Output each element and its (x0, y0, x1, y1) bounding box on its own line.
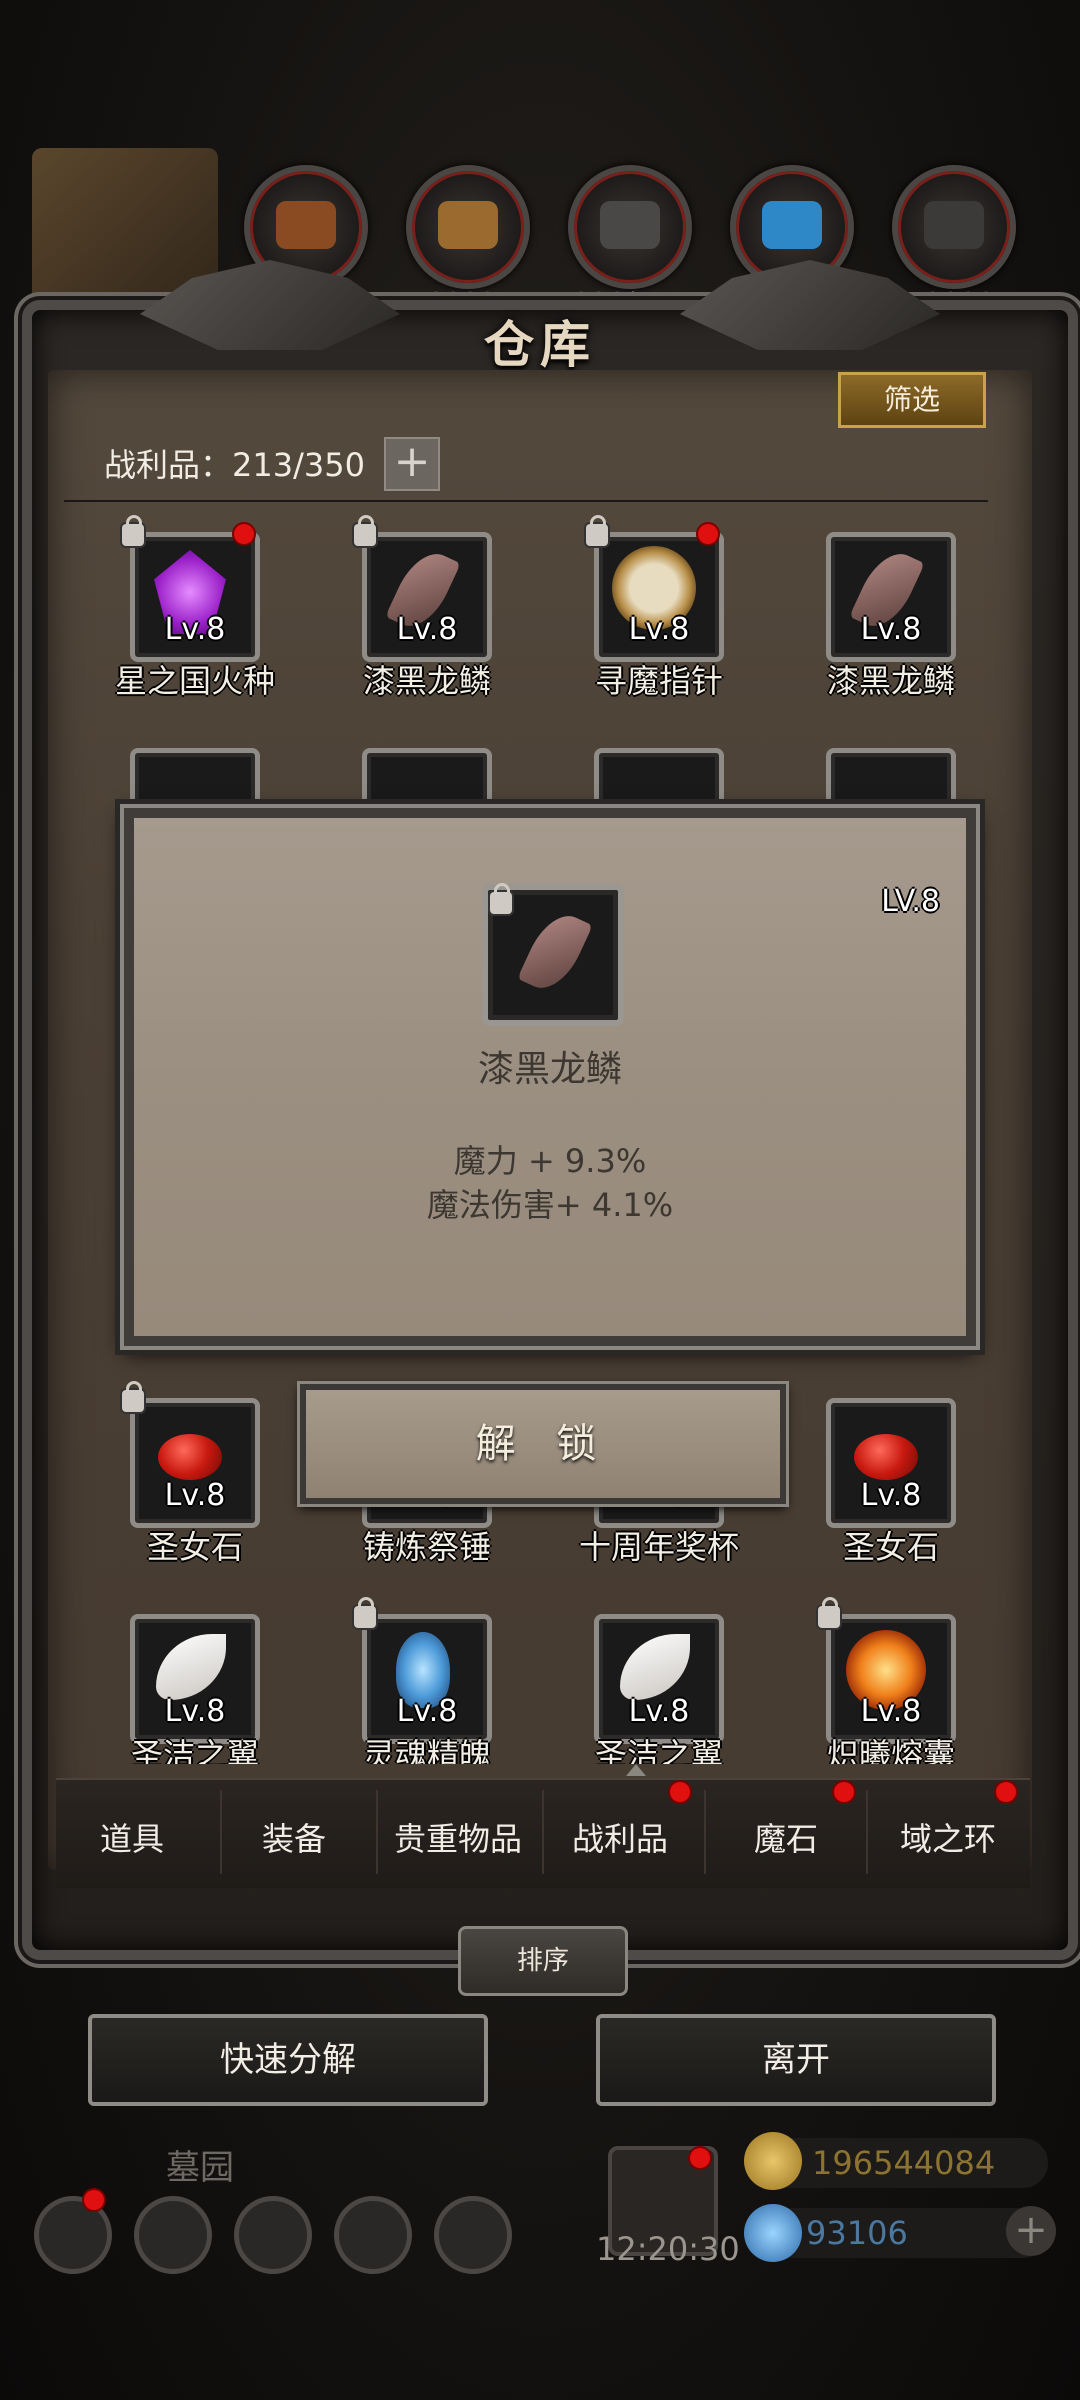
item-level: Lv.8 (628, 612, 690, 647)
wood-resource[interactable] (406, 165, 530, 289)
item-name: 圣洁之翼 (594, 1736, 723, 1764)
popup-stat: 魔法伤害+ 4.1% (426, 1186, 674, 1224)
item-name: 灵魂精魄 (362, 1736, 491, 1764)
item-level: Lv.8 (164, 1694, 226, 1729)
capacity-label: 战利品：213/350 (104, 446, 365, 484)
red-stone-icon (854, 1434, 918, 1480)
item-name: 漆黑龙鳞 (362, 662, 491, 700)
item-level: Lv.8 (628, 1694, 690, 1729)
iron-icon (600, 201, 660, 249)
lock-icon (354, 1597, 376, 1628)
unlock-button[interactable]: 解 锁 (300, 1384, 786, 1504)
inventory-item[interactable]: Lv.8 圣女石 (826, 1398, 956, 1566)
item-name: 圣女石 (146, 1528, 243, 1566)
item-level: Lv.8 (164, 1478, 226, 1513)
item-name: 圣洁之翼 (130, 1736, 259, 1764)
location-label: 墓园 (166, 2148, 234, 2188)
item-name: 漆黑龙鳞 (826, 662, 955, 700)
item-level: Lv.8 (860, 612, 922, 647)
new-badge (698, 524, 718, 544)
inventory-item[interactable]: Lv.8 圣洁之翼 (130, 1614, 260, 1764)
item-detail-popup: LV.8 漆黑龙鳞 魔力 + 9.3% 魔法伤害+ 4.1% (124, 808, 976, 1346)
tab-domain-ring[interactable]: 域之环 (868, 1814, 1028, 1860)
tab-magic-stone[interactable]: 魔石 (706, 1814, 866, 1860)
lock-icon (354, 515, 376, 546)
gift-timer: 12:20:30 (596, 2230, 740, 2268)
lock-icon (818, 1597, 840, 1628)
tab-badge (670, 1782, 690, 1802)
window-title: 仓库 (484, 316, 596, 374)
item-level: Lv.8 (164, 612, 226, 647)
item-name: 炽曦熔囊 (826, 1736, 955, 1764)
inventory-item[interactable]: Lv.8 寻魔指针 (586, 515, 724, 700)
item-name: 圣女石 (842, 1528, 939, 1566)
map-icon[interactable] (234, 2196, 312, 2274)
tab-items[interactable]: 道具 (52, 1814, 212, 1860)
item-level: Lv.8 (396, 1694, 458, 1729)
add-gems-button[interactable]: + (1006, 2206, 1056, 2256)
star-menu-icon[interactable] (134, 2196, 212, 2274)
gem-icon (744, 2204, 802, 2262)
notification-badge (84, 2190, 104, 2210)
popup-item-name: 漆黑龙鳞 (477, 1049, 622, 1090)
ore-resource[interactable] (892, 165, 1016, 289)
tab-indicator (626, 1764, 646, 1776)
lock-icon (122, 1381, 144, 1412)
inventory-item[interactable]: Lv.8 圣洁之翼 (594, 1614, 724, 1764)
lock-icon (586, 515, 608, 546)
leave-button[interactable]: 离开 (596, 2014, 996, 2106)
lock-icon (122, 515, 144, 546)
crystal-icon (762, 201, 822, 249)
tab-loot[interactable]: 战利品 (540, 1814, 700, 1860)
chat-icon[interactable] (434, 2196, 512, 2274)
gift-badge (690, 2148, 710, 2168)
tab-valuables[interactable]: 贵重物品 (378, 1814, 538, 1860)
sort-button[interactable]: 排序 (458, 1926, 628, 1996)
inventory-item[interactable]: Lv.8 灵魂精魄 (354, 1597, 492, 1764)
item-level: Lv.8 (396, 612, 458, 647)
inventory-item[interactable]: Lv.8 漆黑龙鳞 (354, 515, 492, 700)
item-level: Lv.8 (860, 1478, 922, 1513)
tab-badge (834, 1782, 854, 1802)
item-name: 星之国火种 (114, 662, 275, 700)
red-stone-icon (158, 1434, 222, 1480)
expand-capacity-button[interactable]: + (384, 437, 440, 491)
popup-level: LV.8 (881, 884, 940, 919)
iron-resource[interactable] (568, 165, 692, 289)
new-badge (234, 524, 254, 544)
divider (64, 500, 988, 502)
quick-decompose-button[interactable]: 快速分解 (88, 2014, 488, 2106)
ore-icon (924, 201, 984, 249)
item-name: 寻魔指针 (594, 662, 723, 700)
popup-item-slot (482, 883, 624, 1026)
inventory-item[interactable]: Lv.8 星之国火种 (115, 515, 275, 700)
tab-badge (996, 1782, 1016, 1802)
gold-amount: 196544084 (812, 2144, 996, 2182)
gem-amount: 93106 (806, 2214, 908, 2252)
item-level: Lv.8 (860, 1694, 922, 1729)
item-name: 铸炼祭锤 (362, 1528, 491, 1566)
inventory-item[interactable]: Lv.8 漆黑龙鳞 (826, 532, 956, 700)
mail-icon[interactable] (334, 2196, 412, 2274)
wood-icon (438, 201, 498, 249)
leather-icon (276, 201, 336, 249)
filter-button[interactable]: 筛选 (838, 372, 986, 428)
tab-equipment[interactable]: 装备 (214, 1814, 374, 1860)
gold-coin-icon (744, 2132, 802, 2190)
item-name: 十周年奖杯 (578, 1528, 739, 1566)
lock-icon (490, 883, 512, 914)
inventory-item[interactable]: Lv.8 炽曦熔囊 (818, 1597, 956, 1764)
popup-stat: 魔力 + 9.3% (453, 1142, 647, 1180)
inventory-item[interactable]: Lv.8 圣女石 (122, 1381, 260, 1566)
dragon-scale-icon (517, 906, 593, 998)
